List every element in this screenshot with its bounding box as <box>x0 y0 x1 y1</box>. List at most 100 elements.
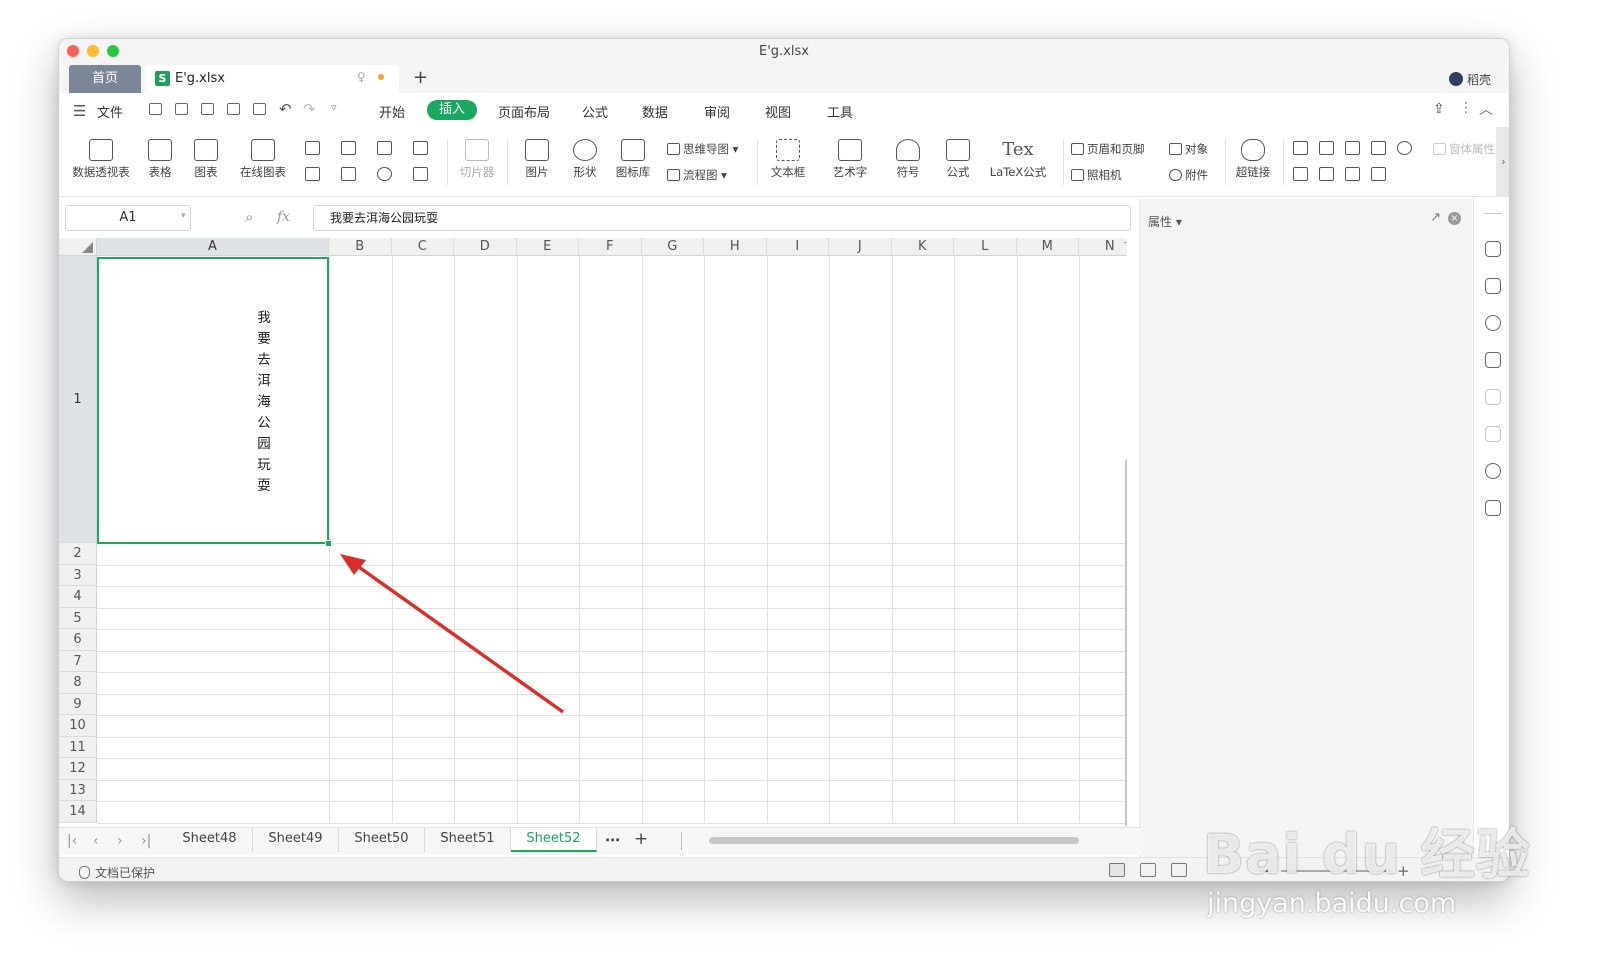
menu-start[interactable]: 开始 <box>379 102 405 121</box>
zoom-search-icon[interactable]: ⌕ <box>245 208 253 226</box>
textbox-button[interactable]: 文本框 <box>763 139 813 180</box>
row-header-4[interactable]: 4 <box>59 586 97 608</box>
menu-page-layout[interactable]: 页面布局 <box>498 102 550 121</box>
header-footer-button[interactable]: 页眉和页脚 <box>1071 141 1145 157</box>
flowchart-button[interactable]: 流程图 ▾ <box>667 167 727 183</box>
cell-a1[interactable]: 我要去洱海公园玩耍 <box>97 257 329 544</box>
column-header-f[interactable]: F <box>579 238 642 256</box>
camera-button[interactable]: 照相机 <box>1071 167 1122 183</box>
row-header-10[interactable]: 10 <box>59 715 97 737</box>
print-icon[interactable] <box>227 103 240 115</box>
tab-document[interactable]: S E'g.xlsx ♀ <box>145 65 399 93</box>
radar-chart-icon[interactable] <box>413 141 428 155</box>
print-preview-icon[interactable] <box>253 103 266 115</box>
fill-icon[interactable] <box>1485 278 1501 294</box>
page-layout-view-icon[interactable] <box>1140 863 1156 877</box>
menu-data[interactable]: 数据 <box>642 102 668 121</box>
pin-icon[interactable]: ♀ <box>357 70 366 84</box>
rotate-icon[interactable] <box>1485 426 1501 442</box>
settings-sliders-icon[interactable] <box>1485 389 1501 405</box>
split-bar[interactable] <box>1124 242 1127 243</box>
form-scrollbar-icon[interactable] <box>1345 167 1360 181</box>
row-header-8[interactable]: 8 <box>59 672 97 694</box>
row-header-9[interactable]: 9 <box>59 693 97 715</box>
column-header-c[interactable]: C <box>391 238 454 256</box>
expand-panel-icon[interactable]: ↗ <box>1430 210 1441 225</box>
online-chart-button[interactable]: 在线图表 <box>231 139 295 180</box>
last-sheet-icon[interactable]: ›| <box>141 833 151 849</box>
scatter-chart-icon[interactable] <box>413 167 428 181</box>
row-header-6[interactable]: 6 <box>59 629 97 651</box>
stock-chart-icon[interactable] <box>341 167 356 181</box>
row-header-12[interactable]: 12 <box>59 758 97 780</box>
chart-button[interactable]: 图表 <box>189 139 223 180</box>
column-header-j[interactable]: J <box>829 238 892 256</box>
wordart-button[interactable]: 艺术字 <box>825 139 875 180</box>
name-box[interactable]: A1 <box>65 205 191 231</box>
table-button[interactable]: 表格 <box>143 139 177 180</box>
form-spinner-icon[interactable] <box>1371 167 1386 181</box>
hamburger-menu-icon[interactable]: ☰ <box>73 102 86 120</box>
form-button-icon[interactable] <box>1345 141 1360 155</box>
protect-icon[interactable] <box>1485 315 1501 331</box>
menu-review[interactable]: 审阅 <box>704 102 730 121</box>
image-icon[interactable] <box>1485 500 1501 516</box>
column-header-l[interactable]: L <box>954 238 1017 256</box>
picture-button[interactable]: 图片 <box>517 139 557 180</box>
object-button[interactable]: 对象 <box>1169 141 1208 157</box>
tab-home[interactable]: 首页 <box>69 65 141 93</box>
formula-button[interactable]: 公式 <box>937 139 979 180</box>
row-header-1[interactable]: 1 <box>59 256 97 543</box>
line-chart-icon[interactable] <box>377 141 392 155</box>
collapse-ribbon-icon[interactable]: ︿ <box>1479 99 1493 119</box>
column-header-i[interactable]: I <box>766 238 829 256</box>
shape-button[interactable]: 形状 <box>565 139 605 180</box>
form-radio-icon[interactable] <box>1397 141 1412 155</box>
form-listbox-icon[interactable] <box>1293 167 1308 181</box>
sheet-tab-sheet48[interactable]: Sheet48 <box>167 828 253 852</box>
menu-view[interactable]: 视图 <box>765 102 791 121</box>
menu-formula[interactable]: 公式 <box>582 102 608 121</box>
panel-title[interactable]: 属性 ▾ <box>1148 213 1182 230</box>
name-box-dropdown-icon[interactable]: ▾ <box>181 211 186 221</box>
undo-icon[interactable]: ↶ <box>279 100 292 118</box>
new-tab-button[interactable]: + <box>413 67 428 88</box>
menu-tools[interactable]: 工具 <box>827 102 853 121</box>
bar-chart-icon[interactable] <box>341 141 356 155</box>
history-icon[interactable] <box>1485 463 1501 479</box>
more-sheets-icon[interactable]: ⋯ <box>605 831 620 849</box>
export-pdf-icon[interactable] <box>201 103 214 115</box>
next-sheet-icon[interactable]: › <box>117 833 123 849</box>
add-sheet-button[interactable]: + <box>634 829 648 849</box>
share-icon[interactable]: ⇪ <box>1433 101 1445 117</box>
document-protected[interactable]: 文档已保护 <box>79 864 155 881</box>
menu-insert[interactable]: 插入 <box>427 100 478 120</box>
select-cursor-icon[interactable] <box>1485 352 1501 368</box>
sheet-tab-sheet50[interactable]: Sheet50 <box>339 828 425 852</box>
row-header-7[interactable]: 7 <box>59 650 97 672</box>
column-header-d[interactable]: D <box>454 238 517 256</box>
customize-dropdown-icon[interactable]: ▿ <box>331 101 337 114</box>
sheet-tab-sheet49[interactable]: Sheet49 <box>253 828 339 852</box>
redo-icon[interactable]: ↷ <box>303 100 316 118</box>
icon-library-button[interactable]: 图标库 <box>613 139 653 180</box>
user-account[interactable]: 稻壳 <box>1448 71 1491 88</box>
column-header-m[interactable]: M <box>1016 238 1079 256</box>
symbol-button[interactable]: 符号 <box>885 139 931 180</box>
hyperlink-button[interactable]: 超链接 <box>1231 139 1275 180</box>
row-header-3[interactable]: 3 <box>59 564 97 586</box>
formula-input[interactable]: 我要去洱海公园玩耍 <box>313 205 1131 231</box>
column-header-n[interactable]: N <box>1079 238 1127 256</box>
column-header-b[interactable]: B <box>329 238 392 256</box>
form-frame-icon[interactable] <box>1319 141 1334 155</box>
fill-handle[interactable] <box>325 540 332 547</box>
shape-style-icon[interactable] <box>1485 241 1501 257</box>
vertical-scrollbar[interactable] <box>1125 458 1127 826</box>
form-label-icon[interactable] <box>1293 141 1308 155</box>
prev-sheet-icon[interactable]: ‹ <box>93 833 99 849</box>
column-header-k[interactable]: K <box>891 238 954 256</box>
close-panel-icon[interactable]: × <box>1448 212 1461 225</box>
open-icon[interactable] <box>149 103 162 115</box>
more-options-icon[interactable]: ⋮ <box>1459 100 1473 116</box>
save-icon[interactable] <box>175 103 188 115</box>
